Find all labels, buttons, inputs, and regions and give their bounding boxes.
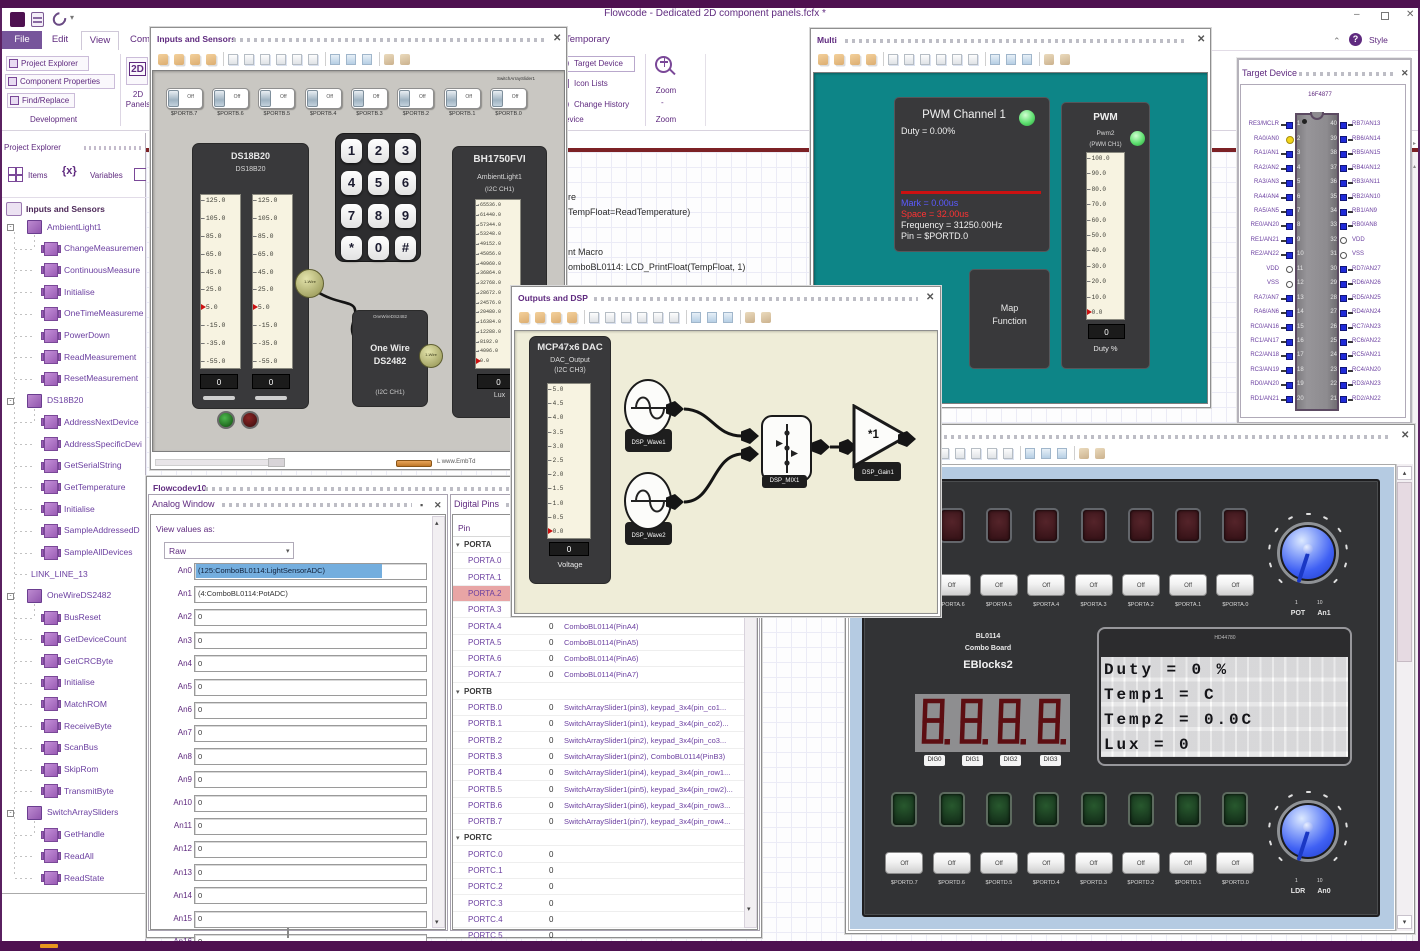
svg-text:*1: *1 <box>868 429 879 441</box>
